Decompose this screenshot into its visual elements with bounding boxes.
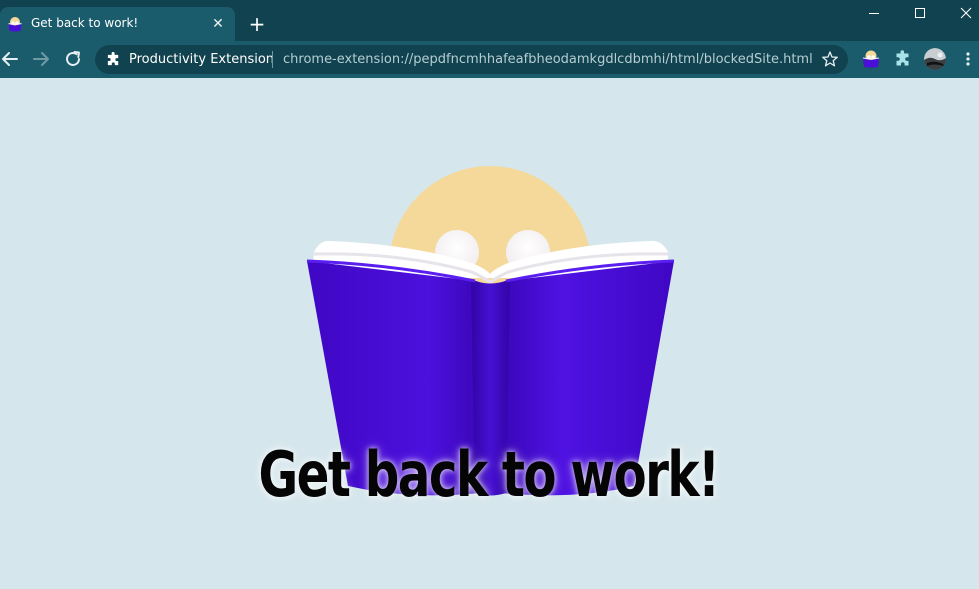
omnibox-divider: [272, 51, 273, 68]
puzzle-piece-icon: [107, 52, 119, 66]
forward-arrow-icon[interactable]: [29, 47, 53, 71]
browser-toolbar: Productivity Extension chrome-extension:…: [0, 41, 979, 78]
kebab-menu-icon[interactable]: [958, 49, 978, 69]
tab-strip: Get back to work! ✕ +: [0, 0, 979, 41]
back-arrow-icon[interactable]: [0, 47, 22, 71]
url-text[interactable]: chrome-extension://pepdfncmhhafeafbheoda…: [283, 52, 813, 67]
star-outline-icon[interactable]: [821, 50, 839, 68]
maximize-icon[interactable]: [897, 0, 943, 28]
browser-window: Get back to work! ✕ + Productivity Exten…: [0, 0, 979, 589]
book-reader-icon: [8, 17, 22, 32]
book-reader-icon[interactable]: [861, 49, 881, 69]
extension-chip-label: Productivity Extension: [129, 52, 275, 67]
reload-icon[interactable]: [61, 47, 85, 71]
minimize-icon[interactable]: [851, 0, 897, 28]
page-headline: Get back to work!: [258, 438, 721, 511]
puzzle-piece-icon[interactable]: [893, 49, 913, 69]
avatar-icon[interactable]: [924, 48, 946, 70]
tab-title: Get back to work!: [31, 16, 139, 30]
plus-icon[interactable]: +: [246, 13, 268, 35]
tab-active[interactable]: Get back to work! ✕: [0, 7, 235, 41]
blocked-site-page: Get back to work!: [0, 78, 979, 589]
window-close-icon[interactable]: [943, 0, 979, 28]
address-bar[interactable]: Productivity Extension chrome-extension:…: [95, 45, 848, 74]
close-icon[interactable]: ✕: [209, 15, 227, 33]
